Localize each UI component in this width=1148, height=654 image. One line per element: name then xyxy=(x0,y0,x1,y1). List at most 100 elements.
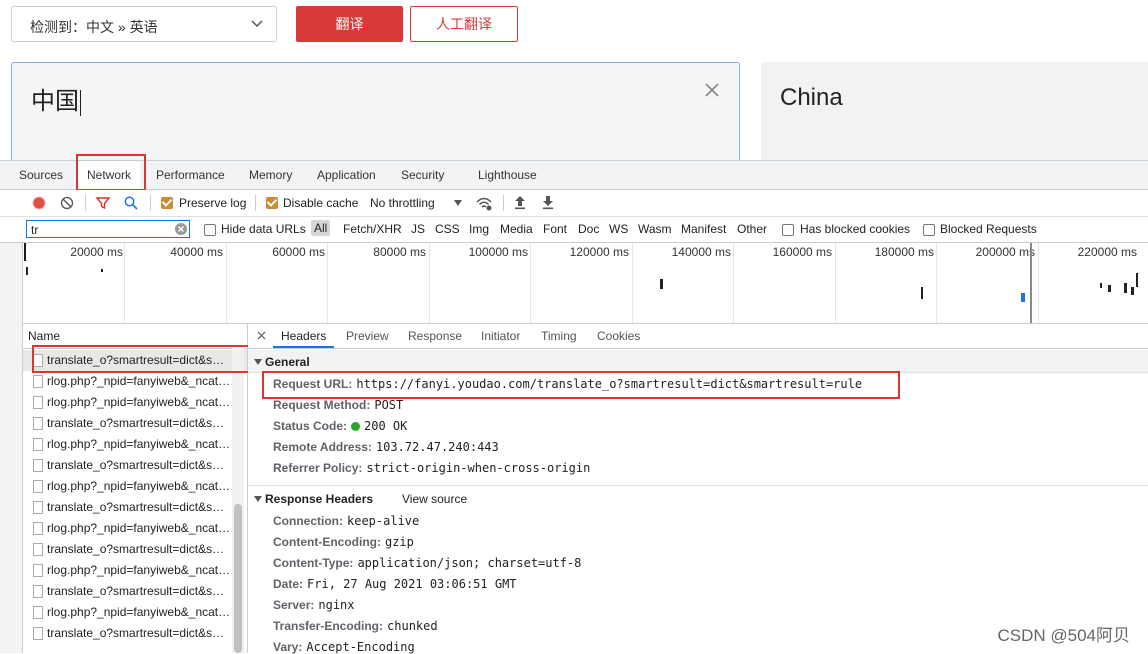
has-blocked-cookies-checkbox[interactable] xyxy=(782,224,794,236)
request-row[interactable]: rlog.php?_npid=fanyiweb&_ncat=event xyxy=(23,518,247,539)
upload-icon[interactable] xyxy=(514,195,526,210)
tab-application[interactable]: Application xyxy=(317,168,376,182)
language-select[interactable]: 检测到：中文 » 英语 xyxy=(11,6,277,42)
document-icon xyxy=(33,585,43,598)
timeline-tick: 20000 ms xyxy=(70,245,123,259)
preserve-log-checkbox[interactable] xyxy=(161,197,173,209)
record-icon[interactable] xyxy=(32,196,46,210)
name-column-header[interactable]: Name xyxy=(28,329,60,343)
tab-lighthouse[interactable]: Lighthouse xyxy=(478,168,537,182)
request-row[interactable]: rlog.php?_npid=fanyiweb&_ncat=event xyxy=(23,560,247,581)
text-caret xyxy=(80,89,81,116)
timeline-tick: 220000 ms xyxy=(1077,245,1137,259)
document-icon xyxy=(33,396,43,409)
watermark: CSDN @504阿贝 xyxy=(997,626,1130,645)
request-bar xyxy=(1108,285,1111,292)
request-row[interactable]: translate_o?smartresult=dict&smartresult… xyxy=(23,623,247,644)
blocked-requests-checkbox[interactable] xyxy=(923,224,935,236)
translate-button[interactable]: 翻译 xyxy=(296,6,403,42)
request-row[interactable]: translate_o?smartresult=dict&smartresult… xyxy=(23,539,247,560)
hide-data-urls-checkbox[interactable] xyxy=(204,224,216,236)
request-bar xyxy=(1124,283,1127,293)
disable-cache-checkbox[interactable] xyxy=(266,197,278,209)
request-row[interactable]: rlog.php?_npid=fanyiweb&_ncat=event xyxy=(23,602,247,623)
tab-security[interactable]: Security xyxy=(401,168,444,182)
header-row: Request Method: POST xyxy=(273,398,404,412)
timeline-cursor xyxy=(1030,243,1032,323)
general-section-header[interactable]: General xyxy=(248,350,1148,373)
filter-icon[interactable] xyxy=(96,196,110,210)
clear-filter-icon[interactable] xyxy=(175,223,187,235)
filter-type-fetch-xhr[interactable]: Fetch/XHR xyxy=(343,222,402,236)
timeline-tick: 80000 ms xyxy=(373,245,426,259)
request-list: Name translate_o?smartresult=dict&smartr… xyxy=(23,324,255,653)
clear-icon[interactable] xyxy=(703,81,721,99)
request-bar xyxy=(660,279,663,289)
throttling-select[interactable]: No throttling xyxy=(370,196,435,210)
tab-timing[interactable]: Timing xyxy=(541,329,577,343)
filter-input[interactable]: tr xyxy=(26,220,190,238)
tab-cookies[interactable]: Cookies xyxy=(597,329,640,343)
network-toolbar: Preserve log Disable cache No throttling xyxy=(0,190,1148,217)
request-row[interactable]: rlog.php?_npid=fanyiweb&_ncat=event xyxy=(23,392,247,413)
hide-data-urls-label: Hide data URLs xyxy=(221,222,306,236)
tab-headers[interactable]: Headers xyxy=(273,324,335,348)
filter-type-doc[interactable]: Doc xyxy=(578,222,599,236)
document-icon xyxy=(33,417,43,430)
filter-bar: tr Hide data URLs All Fetch/XHR JS CSS I… xyxy=(0,217,1148,243)
scrollbar-thumb[interactable] xyxy=(234,504,242,653)
general-title: General xyxy=(265,355,310,369)
filter-type-media[interactable]: Media xyxy=(500,222,533,236)
view-source-link[interactable]: View source xyxy=(402,492,467,506)
header-row: Status Code: 200 OK xyxy=(273,419,408,433)
tab-preview[interactable]: Preview xyxy=(346,329,389,343)
close-icon[interactable] xyxy=(257,331,266,340)
translation-text: China xyxy=(780,84,843,111)
source-text: 中国 xyxy=(31,88,79,115)
network-conditions-icon[interactable] xyxy=(475,195,493,211)
request-row[interactable]: translate_o?smartresult=dict&smartresult… xyxy=(23,497,247,518)
request-bar xyxy=(1021,293,1025,302)
request-row[interactable]: rlog.php?_npid=fanyiweb&_ncat=event xyxy=(23,371,247,392)
request-bar xyxy=(26,267,28,275)
request-row[interactable]: translate_o?smartresult=dict&smartresult… xyxy=(23,581,247,602)
filter-type-other[interactable]: Other xyxy=(737,222,767,236)
request-row[interactable]: rlog.php?_npid=fanyiweb&_ncat=event xyxy=(23,434,247,455)
response-headers-section-header[interactable]: Response Headers View source xyxy=(248,485,1148,508)
request-bar xyxy=(1131,287,1134,295)
human-translate-button[interactable]: 人工翻译 xyxy=(410,6,518,42)
dropdown-arrow-icon[interactable] xyxy=(454,199,463,207)
download-icon[interactable] xyxy=(542,195,554,210)
request-row[interactable]: translate_o?smartresult=dict&smartresult… xyxy=(23,413,247,434)
filter-type-img[interactable]: Img xyxy=(469,222,489,236)
divider xyxy=(150,195,151,211)
divider xyxy=(503,195,504,211)
preserve-log-label: Preserve log xyxy=(179,196,247,210)
timeline-tick: 200000 ms xyxy=(975,245,1035,259)
network-overview-timeline[interactable]: 20000 ms 40000 ms 60000 ms 80000 ms 1000… xyxy=(23,243,1148,324)
header-row: Content-Encoding: gzip xyxy=(273,535,414,549)
filter-type-js[interactable]: JS xyxy=(411,222,425,236)
document-icon xyxy=(33,501,43,514)
filter-type-ws[interactable]: WS xyxy=(609,222,628,236)
tab-memory[interactable]: Memory xyxy=(249,168,292,182)
request-detail-pane: Headers Preview Response Initiator Timin… xyxy=(248,324,1148,654)
tab-performance[interactable]: Performance xyxy=(156,168,225,182)
filter-type-manifest[interactable]: Manifest xyxy=(681,222,726,236)
expand-caret-icon xyxy=(254,496,262,502)
clear-log-icon[interactable] xyxy=(60,196,74,210)
tab-initiator[interactable]: Initiator xyxy=(481,329,520,343)
timeline-tick: 120000 ms xyxy=(569,245,629,259)
filter-type-all[interactable]: All xyxy=(311,220,331,236)
filter-type-css[interactable]: CSS xyxy=(435,222,460,236)
disable-cache-label: Disable cache xyxy=(283,196,359,210)
filter-type-wasm[interactable]: Wasm xyxy=(638,222,672,236)
tab-sources[interactable]: Sources xyxy=(19,168,63,182)
header-row: Date: Fri, 27 Aug 2021 03:06:51 GMT xyxy=(273,577,517,591)
tab-response[interactable]: Response xyxy=(408,329,462,343)
timeline-tick: 140000 ms xyxy=(671,245,731,259)
request-row[interactable]: translate_o?smartresult=dict&smartresult… xyxy=(23,455,247,476)
search-icon[interactable] xyxy=(124,196,138,210)
filter-type-font[interactable]: Font xyxy=(543,222,567,236)
request-row[interactable]: rlog.php?_npid=fanyiweb&_ncat=event xyxy=(23,476,247,497)
